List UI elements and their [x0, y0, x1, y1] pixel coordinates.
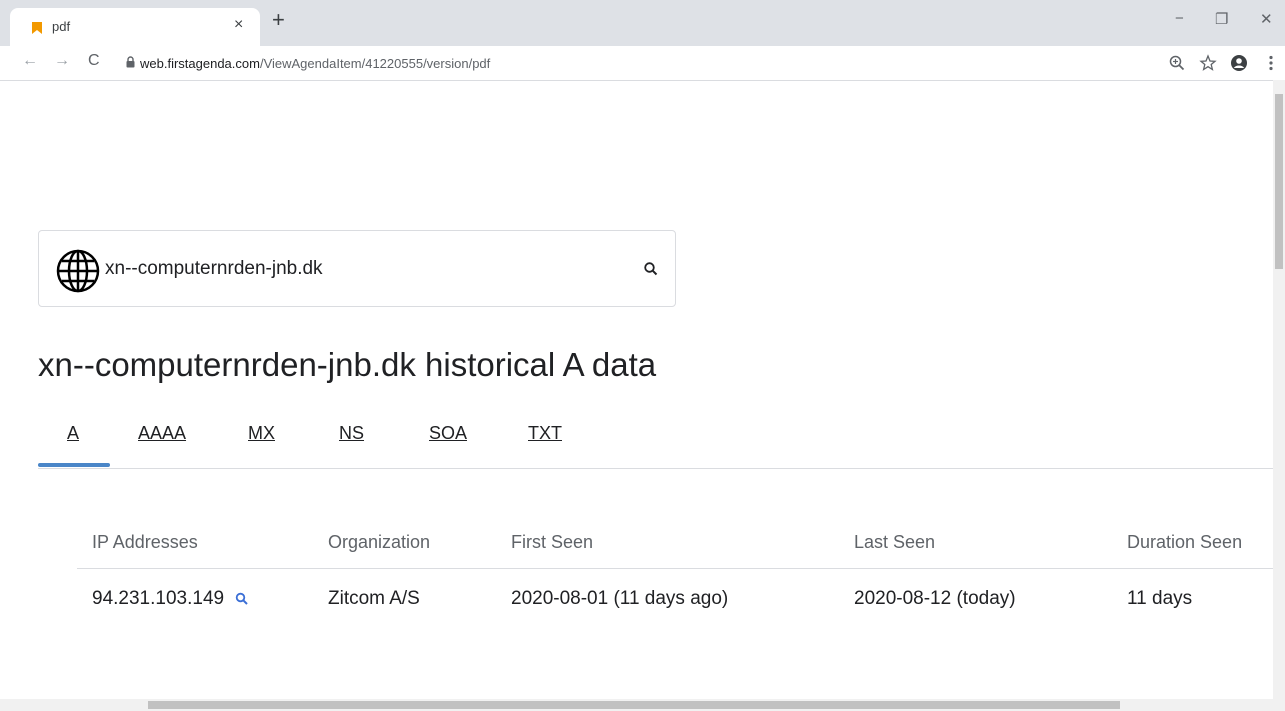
page-title: xn--computernrden-jnb.dk historical A da… [38, 346, 657, 383]
browser-tab[interactable]: pdf × [10, 8, 260, 46]
record-type-tabs: A AAAA MX NS SOA TXT [38, 420, 1285, 469]
back-icon[interactable]: ← [22, 52, 38, 70]
cell-ip-address: 94.231.103.149 [92, 588, 225, 609]
column-header-duration-seen: Duration Seen [1127, 532, 1243, 552]
cell-last-seen: 2020-08-12 (today) [854, 588, 1016, 609]
address-bar[interactable]: web.firstagenda.com/ViewAgendaItem/41220… [116, 53, 1116, 73]
column-header-ip-addresses: IP Addresses [92, 532, 198, 552]
reload-icon[interactable]: C [88, 52, 100, 70]
domain-search-box [38, 230, 676, 307]
vertical-scroll-thumb[interactable] [1275, 94, 1283, 269]
tab-close-icon[interactable]: × [234, 16, 243, 34]
document-favicon-icon [32, 22, 42, 34]
vertical-scrollbar[interactable] [1273, 80, 1285, 700]
cell-first-seen: 2020-08-01 (11 days ago) [511, 588, 729, 609]
tab-ns[interactable]: NS [339, 423, 364, 444]
column-header-first-seen: First Seen [511, 532, 594, 552]
horizontal-scroll-thumb[interactable] [148, 701, 1120, 709]
search-icon[interactable] [643, 261, 659, 277]
forward-icon[interactable]: → [54, 52, 70, 70]
menu-icon[interactable] [1262, 54, 1280, 72]
horizontal-scrollbar[interactable] [0, 699, 1285, 711]
cell-organization: Zitcom A/S [328, 588, 420, 609]
table-header-divider [77, 568, 1285, 569]
tab-a[interactable]: A [67, 423, 79, 444]
cell-duration-seen: 11 days [1127, 588, 1193, 609]
browser-toolbar: ← → C web.firstagenda.com/ViewAgendaItem… [0, 46, 1285, 81]
url-path: /ViewAgendaItem/41220555/version/pdf [259, 56, 491, 71]
tab-mx[interactable]: MX [248, 423, 275, 444]
tab-aaaa[interactable]: AAAA [138, 423, 186, 444]
new-tab-button[interactable]: + [272, 9, 285, 31]
active-tab-indicator [38, 463, 110, 467]
tab-soa[interactable]: SOA [429, 423, 467, 444]
url-text: web.firstagenda.com/ViewAgendaItem/41220… [140, 56, 490, 71]
close-window-icon[interactable]: ✕ [1260, 10, 1273, 28]
domain-search-input[interactable] [105, 255, 625, 283]
minimize-icon[interactable]: − [1175, 10, 1184, 27]
zoom-icon[interactable] [1168, 54, 1186, 72]
ip-search-icon[interactable] [235, 592, 249, 606]
url-domain: web.firstagenda.com [140, 56, 260, 71]
tab-txt[interactable]: TXT [528, 423, 562, 444]
globe-icon [56, 249, 100, 293]
column-header-organization: Organization [328, 532, 431, 552]
column-header-last-seen: Last Seen [854, 532, 936, 552]
restore-icon[interactable]: ❐ [1215, 10, 1228, 28]
star-icon[interactable] [1199, 54, 1217, 72]
lock-icon [126, 56, 135, 68]
tab-title: pdf [52, 19, 71, 34]
account-icon[interactable] [1230, 54, 1248, 72]
browser-tab-strip: pdf × + − ❐ ✕ [0, 0, 1285, 46]
